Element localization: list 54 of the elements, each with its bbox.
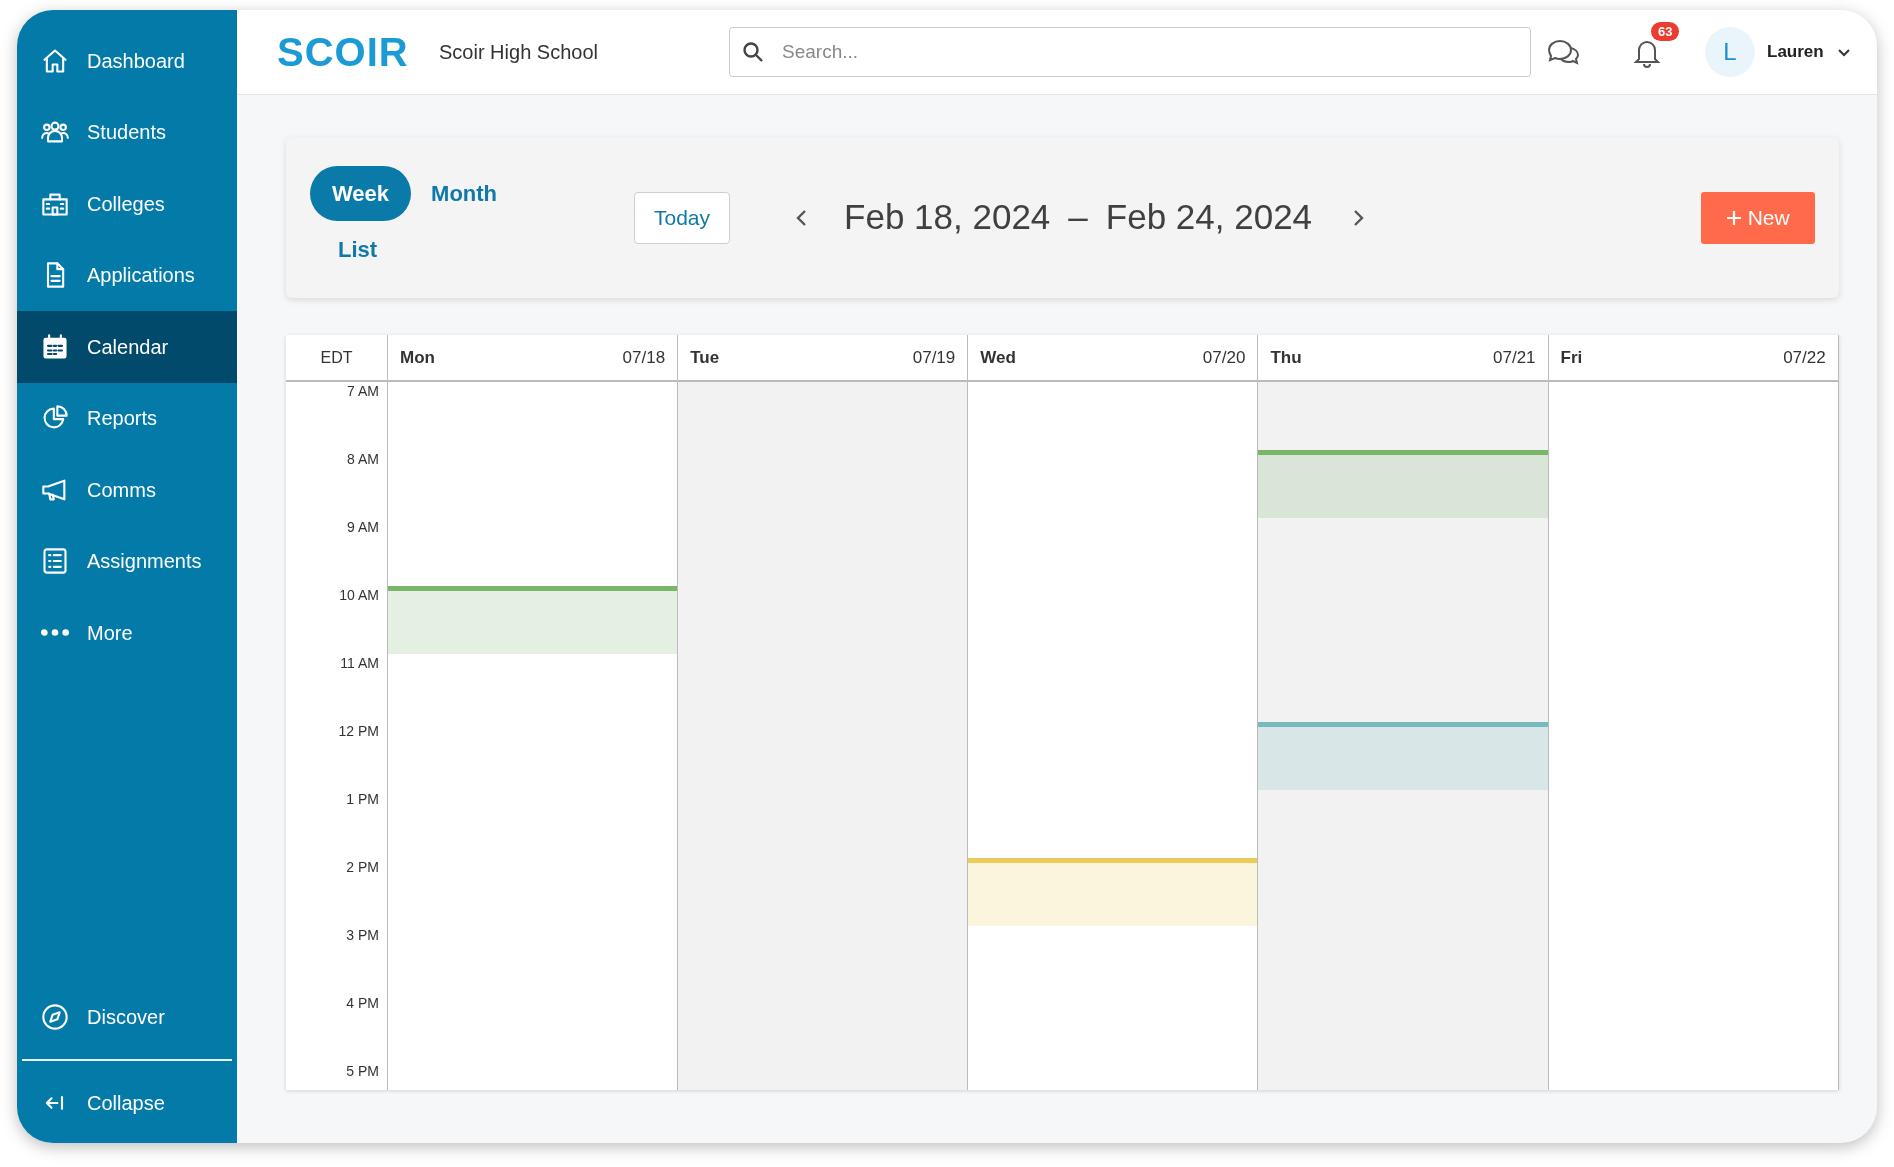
- range-end-date: Feb 24, 2024: [1105, 196, 1313, 239]
- sidebar-item[interactable]: Applications: [17, 239, 237, 311]
- sidebar-item[interactable]: Calendar: [17, 311, 237, 383]
- day-name: Tue: [690, 346, 720, 369]
- more-icon: [41, 629, 69, 637]
- sidebar-item[interactable]: Assignments: [17, 525, 237, 597]
- time-label: 10 AM: [339, 588, 379, 605]
- range-separator: –: [1068, 196, 1088, 239]
- chat-icon[interactable]: [1545, 37, 1581, 67]
- time-label: 8 AM: [347, 452, 379, 469]
- sidebar-item[interactable]: More: [17, 597, 237, 669]
- sidebar-item[interactable]: Comms: [17, 454, 237, 526]
- day-date: 07/20: [1202, 346, 1246, 369]
- time-label: 3 PM: [346, 928, 379, 945]
- calendar-icon: [41, 332, 69, 361]
- time-label: 11 AM: [340, 656, 379, 673]
- checklist-icon: [41, 547, 69, 576]
- compass-icon: [41, 1003, 69, 1031]
- plus-icon: [1725, 209, 1742, 226]
- view-tab[interactable]: Month: [427, 173, 502, 214]
- new-button[interactable]: New: [1700, 191, 1815, 244]
- day-name: Thu: [1270, 346, 1302, 369]
- sidebar-item[interactable]: Students: [17, 96, 237, 168]
- timezone-label: EDT: [320, 347, 353, 368]
- sidebar-item[interactable]: Discover: [17, 985, 237, 1049]
- day-date: 07/21: [1493, 346, 1536, 369]
- sidebar-item[interactable]: Reports: [17, 382, 237, 454]
- logo[interactable]: SCOIR: [277, 22, 427, 82]
- search-field[interactable]: Search...: [729, 27, 1531, 77]
- user-name[interactable]: Lauren: [1767, 39, 1824, 65]
- today-button[interactable]: Today: [634, 191, 731, 244]
- sidebar-item[interactable]: Dashboard: [17, 25, 237, 97]
- day-date: 07/19: [912, 346, 956, 369]
- day-name: Fri: [1560, 346, 1583, 369]
- day-date: 07/22: [1783, 346, 1826, 369]
- notification-badge: 63: [1651, 22, 1680, 41]
- view-tab[interactable]: Week: [310, 166, 412, 221]
- time-label: 2 PM: [346, 860, 379, 877]
- view-tab[interactable]: List: [334, 229, 382, 269]
- time-label: 9 AM: [347, 520, 379, 537]
- search-icon: [741, 40, 765, 64]
- time-label: 1 PM: [346, 792, 379, 809]
- day-date: 07/18: [622, 346, 666, 369]
- sidebar-item[interactable]: Collapse: [17, 1071, 237, 1135]
- day-name: Mon: [400, 346, 435, 369]
- school-name: Scoir High School: [439, 40, 599, 65]
- sidebar-item[interactable]: Colleges: [17, 168, 237, 240]
- day-name: Wed: [980, 346, 1016, 369]
- time-label: 5 PM: [346, 1064, 379, 1081]
- range-start-date: Feb 18, 2024: [844, 196, 1051, 239]
- time-label: 4 PM: [346, 996, 379, 1013]
- time-label: 12 PM: [338, 724, 379, 741]
- avatar[interactable]: L: [1705, 27, 1755, 77]
- time-label: 7 AM: [347, 384, 379, 401]
